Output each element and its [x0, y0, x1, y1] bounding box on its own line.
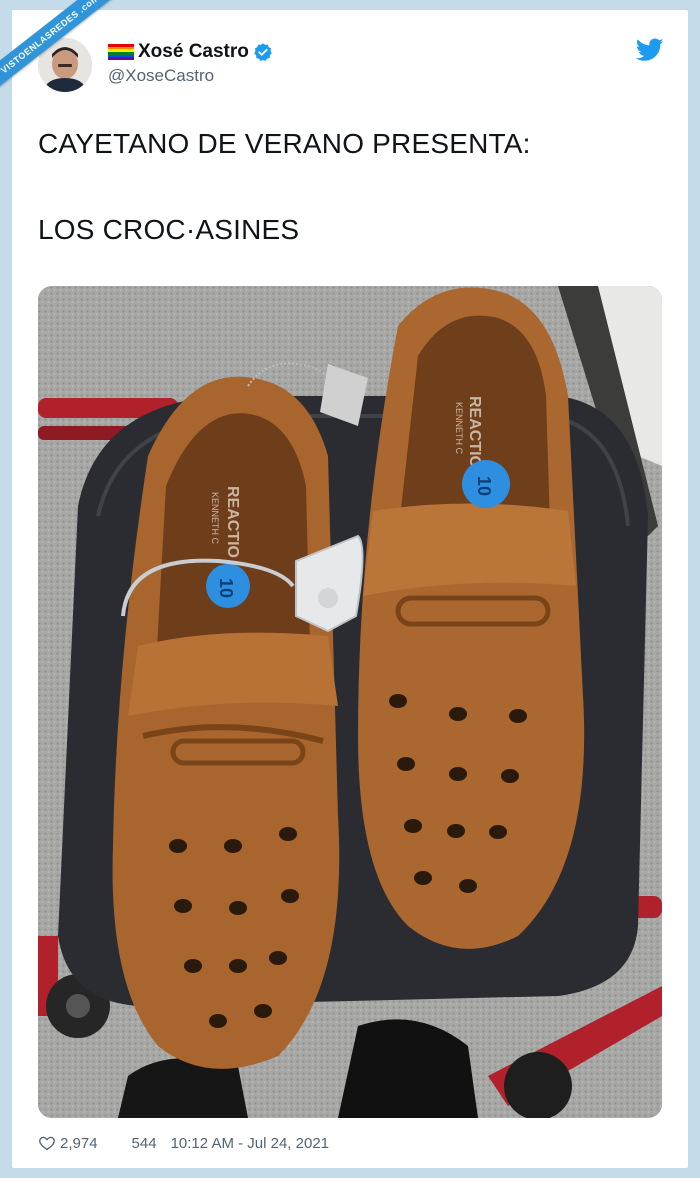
svg-text:10: 10 — [216, 578, 236, 598]
tweet-stats: 2,974 544 10:12 AM - Jul 24, 2021 — [38, 1133, 329, 1153]
watermark-ribbon: VISTOENLASREDES .com — [0, 0, 120, 120]
tweet-timestamp[interactable]: 10:12 AM - Jul 24, 2021 — [171, 1135, 329, 1152]
left-brand-print: REACTIO — [224, 486, 241, 558]
left-shoe — [112, 376, 340, 1069]
watermark-text: VISTOENLASREDES .com — [0, 0, 120, 92]
author-handle[interactable]: @XoseCastro — [108, 66, 214, 86]
svg-text:10: 10 — [474, 476, 494, 496]
heart-icon[interactable] — [38, 1134, 56, 1152]
author-row: Xosé Castro — [108, 40, 273, 64]
tweet-photo[interactable]: REACTIO KENNETH C REACTIO KENNETH C 10 1… — [38, 286, 662, 1118]
like-count: 2,974 — [60, 1134, 98, 1152]
verified-badge-icon — [254, 43, 272, 61]
like-stat[interactable]: 2,974 — [38, 1134, 98, 1152]
retweet-stat[interactable]: 544 — [132, 1135, 157, 1152]
twitter-bird-icon[interactable] — [636, 38, 664, 62]
right-shoe — [358, 287, 585, 949]
right-brand-subprint: KENNETH C — [454, 402, 464, 455]
author-name[interactable]: Xosé Castro — [138, 41, 249, 63]
left-brand-subprint: KENNETH C — [210, 492, 220, 545]
shoes-photo: REACTIO KENNETH C REACTIO KENNETH C 10 1… — [38, 286, 662, 1118]
tweet-text-line-1: CAYETANO DE VERANO PRESENTA: — [38, 128, 531, 159]
right-brand-print: REACTIO — [466, 396, 483, 468]
retweet-count: 544 — [131, 1134, 157, 1152]
tweet-text-line-2: LOS CROC·ASINES — [38, 214, 300, 245]
